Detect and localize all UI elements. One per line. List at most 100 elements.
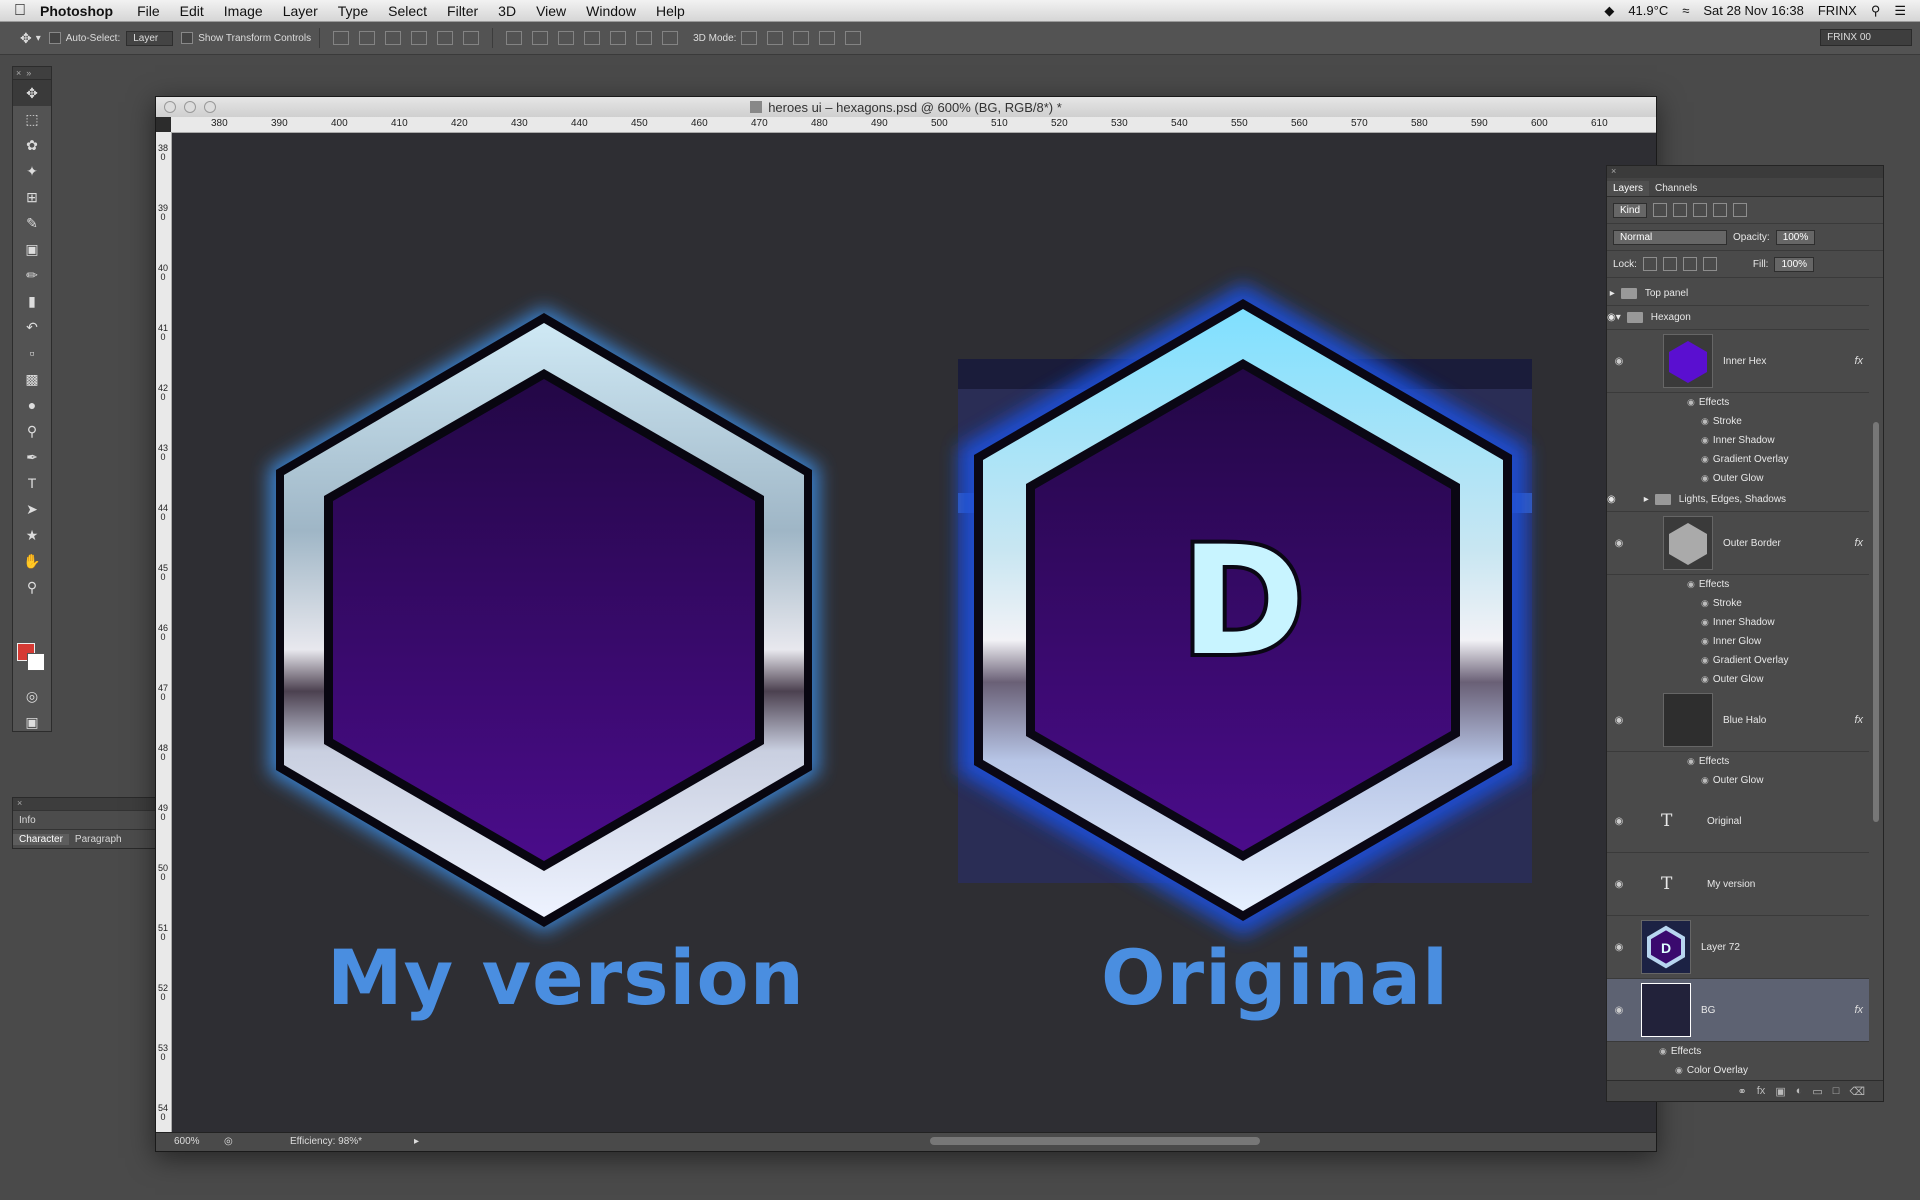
effect-row[interactable]: ◉ Effects [1607, 575, 1869, 594]
marquee-tool-icon[interactable]: ⬚ [13, 106, 51, 132]
menu-window[interactable]: Window [586, 3, 636, 19]
menu-filter[interactable]: Filter [447, 3, 478, 19]
workspace-dropdown[interactable]: FRINX 00 [1820, 29, 1912, 46]
3d-rotate-icon[interactable] [741, 31, 758, 45]
layer-72[interactable]: ◉ D Layer 72 [1607, 916, 1869, 979]
fx-icon[interactable]: fx [1854, 714, 1863, 726]
app-menu[interactable]: Photoshop [40, 3, 113, 19]
eye-icon[interactable]: ◉ [1607, 494, 1616, 505]
vertical-ruler[interactable]: 380 390 400 410 420 430 440 450 460 470 480 490 500 5… [156, 132, 172, 1133]
layer-group-lights[interactable]: ◉ ▸ Lights, Edges, Shadows [1607, 488, 1869, 512]
effect-row[interactable]: ◉ Effects [1607, 752, 1869, 771]
effect-row[interactable]: ◉ Stroke [1607, 412, 1869, 431]
align-top-icon[interactable] [333, 31, 350, 45]
close-window-button[interactable] [164, 101, 176, 113]
tab-character[interactable]: Character [13, 833, 69, 845]
menu-type[interactable]: Type [338, 3, 368, 19]
layers-scrollbar[interactable] [1873, 282, 1881, 1077]
filter-smart-object-icon[interactable] [1733, 203, 1748, 217]
layer-outer-border[interactable]: ◉ Outer Border fx [1607, 512, 1869, 575]
disclosure-right-icon[interactable]: ▸ [1610, 288, 1615, 299]
shape-tool-icon[interactable]: ★ [13, 522, 51, 548]
filter-shape-icon[interactable] [1713, 203, 1728, 217]
add-mask-icon[interactable]: ▣ [1775, 1085, 1785, 1098]
layer-text-my-version[interactable]: ◉ T My version [1607, 853, 1869, 916]
distribute-hcenter-icon[interactable] [610, 31, 627, 45]
dodge-tool-icon[interactable]: ⚲ [13, 418, 51, 444]
lock-pixels-icon[interactable] [1662, 257, 1677, 271]
tab-paragraph[interactable]: Paragraph [69, 834, 128, 845]
lock-all-icon[interactable] [1702, 257, 1717, 271]
layer-bg[interactable]: ◉ BG fx [1607, 979, 1869, 1042]
filter-adjustment-icon[interactable] [1673, 203, 1688, 217]
effect-row[interactable]: ◉ Inner Shadow [1607, 431, 1869, 450]
effect-row[interactable]: ◉ Inner Shadow [1607, 613, 1869, 632]
auto-align-icon[interactable] [662, 31, 679, 45]
auto-select-checkbox[interactable] [48, 32, 61, 44]
eye-icon[interactable]: ◉ [1607, 356, 1631, 367]
layer-group-top-panel[interactable]: ▸ Top panel [1607, 282, 1869, 306]
distribute-bottom-icon[interactable] [558, 31, 575, 45]
distribute-top-icon[interactable] [506, 31, 523, 45]
scroll-thumb[interactable] [1873, 422, 1879, 822]
menu-layer[interactable]: Layer [283, 3, 318, 19]
auto-select-dropdown[interactable]: Layer [126, 30, 174, 46]
horizontal-scrollbar[interactable] [930, 1137, 1260, 1145]
effect-row[interactable]: ◉ Outer Glow [1607, 771, 1869, 790]
healing-brush-tool-icon[interactable]: ▣ [13, 236, 51, 262]
brush-tool-icon[interactable]: ✏ [13, 262, 51, 288]
wifi-icon[interactable]: ≈ [1682, 3, 1689, 18]
align-vcenter-icon[interactable] [359, 31, 376, 45]
canvas[interactable]: D My version Original [172, 133, 1656, 1133]
tab-channels[interactable]: Channels [1649, 181, 1703, 196]
move-tool-icon[interactable]: ✥ [13, 80, 51, 106]
clone-stamp-tool-icon[interactable]: ▮ [13, 288, 51, 314]
adjustment-layer-icon[interactable]: ◐ [1796, 1085, 1803, 1097]
layer-inner-hex[interactable]: ◉ Inner Hex fx [1607, 330, 1869, 393]
align-right-icon[interactable] [463, 31, 480, 45]
menu-view[interactable]: View [536, 3, 566, 19]
layer-blue-halo[interactable]: ◉ Blue Halo fx [1607, 689, 1869, 752]
lock-transparency-icon[interactable] [1642, 257, 1657, 271]
tab-layers[interactable]: Layers [1607, 181, 1650, 196]
notifications-icon[interactable]: ☰ [1894, 3, 1906, 19]
eye-icon[interactable]: ◉ [1607, 312, 1616, 323]
eye-icon[interactable]: ◉ [1607, 879, 1631, 890]
tool-preset-chevron-icon[interactable]: ▾ [36, 33, 41, 44]
effect-row[interactable]: ◉ Effects [1607, 393, 1869, 412]
layer-group-hexagon[interactable]: ◉ ▾ Hexagon [1607, 306, 1869, 330]
fx-icon[interactable]: fx [1854, 355, 1863, 367]
quick-mask-icon[interactable]: ◎ [13, 683, 51, 709]
zoom-level[interactable]: 600% [174, 1136, 200, 1147]
link-layers-icon[interactable]: ⚭ [1738, 1085, 1747, 1098]
effect-row[interactable]: ◉ Gradient Overlay [1607, 651, 1869, 670]
path-selection-tool-icon[interactable]: ➤ [13, 496, 51, 522]
crop-tool-icon[interactable]: ⊞ [13, 184, 51, 210]
effect-row[interactable]: ◉ Color Overlay [1607, 1061, 1869, 1079]
align-left-icon[interactable] [411, 31, 428, 45]
clock[interactable]: Sat 28 Nov 16:38 [1703, 3, 1803, 18]
3d-pan-icon[interactable] [793, 31, 810, 45]
add-style-icon[interactable]: fx [1757, 1085, 1766, 1097]
align-bottom-icon[interactable] [385, 31, 402, 45]
eye-icon[interactable]: ◉ [1607, 715, 1631, 726]
menu-file[interactable]: File [137, 3, 160, 19]
blend-mode-dropdown[interactable]: Normal [1613, 229, 1727, 245]
dropbox-icon[interactable]: ◆ [1604, 3, 1614, 19]
3d-roll-icon[interactable] [767, 31, 784, 45]
menu-edit[interactable]: Edit [180, 3, 204, 19]
kind-filter-dropdown[interactable]: Kind [1613, 202, 1648, 218]
background-color-swatch[interactable] [27, 653, 45, 671]
tab-info[interactable]: Info [13, 815, 42, 826]
hand-tool-icon[interactable]: ✋ [13, 548, 51, 574]
status-menu-arrow-icon[interactable]: ▸ [414, 1136, 419, 1147]
screen-mode-icon[interactable]: ▣ [13, 709, 51, 735]
effect-row[interactable]: ◉ Outer Glow [1607, 469, 1869, 488]
status-info-icon[interactable]: ◎ [224, 1136, 233, 1147]
delete-layer-icon[interactable]: ⌫ [1849, 1085, 1865, 1098]
disclosure-down-icon[interactable]: ▾ [1616, 312, 1621, 323]
lock-position-icon[interactable] [1682, 257, 1697, 271]
blur-tool-icon[interactable]: ● [13, 392, 51, 418]
layer-text-original[interactable]: ◉ T Original [1607, 790, 1869, 853]
menu-help[interactable]: Help [656, 3, 685, 19]
